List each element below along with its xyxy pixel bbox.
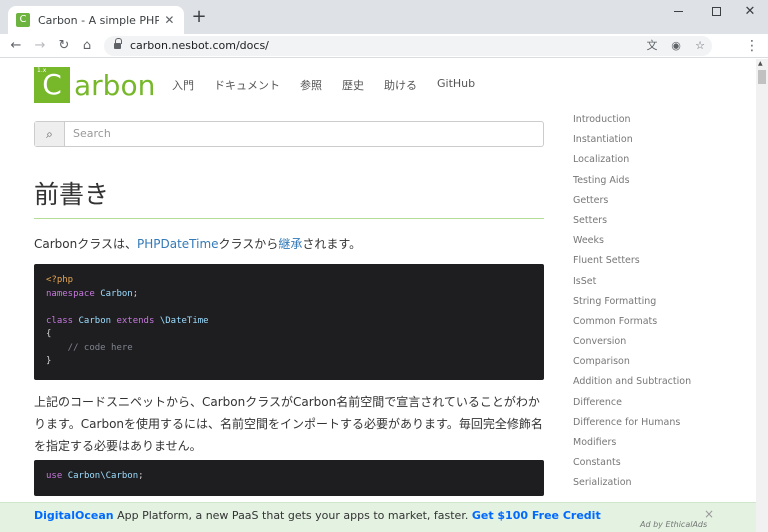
nav-item-reference[interactable]: 参照 [300, 77, 322, 93]
search-input[interactable]: Search [65, 122, 111, 146]
minimize-button[interactable] [660, 0, 696, 24]
top-nav: 入門 ドキュメント 参照 歴史 助ける GitHub [172, 77, 495, 93]
inheritance-link[interactable]: 継承 [278, 237, 302, 251]
sidebar-item-modifiers[interactable]: Modifiers [573, 436, 691, 456]
title-divider [34, 218, 544, 219]
sidebar-item-string-formatting[interactable]: String Formatting [573, 295, 691, 315]
sidebar-item-getters[interactable]: Getters [573, 194, 691, 214]
maximize-button[interactable] [698, 0, 734, 24]
reload-icon[interactable]: ↻ [54, 36, 74, 56]
sidebar-item-localization[interactable]: Localization [573, 153, 691, 173]
carbon-favicon-icon: C [16, 13, 30, 27]
scroll-thumb[interactable] [758, 70, 766, 84]
sidebar-item-addition-subtraction[interactable]: Addition and Subtraction [573, 375, 691, 395]
browser-tab[interactable]: C Carbon - A simple PHP API extension fo… [8, 6, 184, 34]
code-line: class Carbon extends \DateTime [46, 315, 209, 326]
sidebar-item-constants[interactable]: Constants [573, 456, 691, 476]
tab-title: Carbon - A simple PHP API extension for … [38, 13, 159, 27]
browser-menu-icon[interactable]: ⋮ [744, 36, 760, 56]
ad-attribution[interactable]: Ad by EthicalAds [640, 520, 707, 529]
sidebar-item-introduction[interactable]: Introduction [573, 113, 691, 133]
sidebar-item-comparison[interactable]: Comparison [573, 355, 691, 375]
docs-sidebar: Introduction Instantiation Localization … [573, 113, 691, 497]
browser-titlebar: C Carbon - A simple PHP API extension fo… [0, 0, 768, 34]
close-window-button[interactable]: ✕ [732, 0, 768, 24]
nav-item-getting-started[interactable]: 入門 [172, 77, 194, 93]
home-icon[interactable]: ⌂ [77, 36, 97, 56]
sidebar-item-weeks[interactable]: Weeks [573, 234, 691, 254]
code-block-use: use Carbon\Carbon; [34, 460, 544, 496]
maximize-icon [711, 7, 721, 16]
scroll-up-icon[interactable]: ▲ [758, 60, 763, 67]
sidebar-item-conversion[interactable]: Conversion [573, 335, 691, 355]
carbon-logo[interactable]: 1.x C arbon [34, 67, 155, 103]
sidebar-item-difference-for-humans[interactable]: Difference for Humans [573, 416, 691, 436]
page-scrollbar[interactable]: ▲ [756, 59, 768, 532]
url-text: carbon.nesbot.com/docs/ [130, 39, 269, 52]
close-ad-icon[interactable]: × [704, 507, 714, 521]
logo-mark: 1.x C [34, 67, 70, 103]
code-line: namespace Carbon; [46, 288, 139, 299]
browser-toolbar: ← → ↻ ⌂ carbon.nesbot.com/docs/ 文 ◉ ☆ ⋮ [0, 34, 768, 58]
close-tab-icon[interactable]: ✕ [163, 13, 176, 27]
code-line: <?php [46, 275, 74, 285]
forward-arrow-icon[interactable]: → [30, 36, 50, 56]
sidebar-item-serialization[interactable]: Serialization [573, 476, 691, 496]
page-title: 前書き [34, 180, 110, 209]
search-icon[interactable]: ⌕ [35, 122, 65, 146]
nav-item-docs[interactable]: ドキュメント [214, 77, 280, 93]
ad-text[interactable]: DigitalOcean App Platform, a new PaaS th… [34, 509, 601, 522]
ad-brand[interactable]: DigitalOcean [34, 509, 114, 522]
php-datetime-link[interactable]: PHPDateTime [137, 237, 219, 251]
namespace-paragraph: 上記のコードスニペットから、CarbonクラスがCarbon名前空間で宣言されて… [34, 395, 543, 453]
nav-item-github[interactable]: GitHub [437, 77, 475, 93]
nav-item-contribute[interactable]: 助ける [384, 77, 417, 93]
address-bar[interactable]: carbon.nesbot.com/docs/ 文 ◉ ☆ [104, 36, 712, 56]
sidebar-item-difference[interactable]: Difference [573, 396, 691, 416]
sidebar-item-fluent-setters[interactable]: Fluent Setters [573, 254, 691, 274]
bookmark-star-icon[interactable]: ☆ [692, 38, 708, 54]
code-line: { [46, 329, 52, 339]
translate-icon[interactable]: 文 [644, 38, 660, 54]
sidebar-item-testing-aids[interactable]: Testing Aids [573, 174, 691, 194]
code-block-class: <?php namespace Carbon; class Carbon ext… [34, 264, 544, 380]
code-line: } [46, 356, 52, 366]
tracking-eye-off-icon[interactable]: ◉ [668, 38, 684, 54]
logo-text: arbon [74, 68, 156, 102]
ad-banner: DigitalOcean App Platform, a new PaaS th… [0, 502, 756, 532]
sidebar-item-setters[interactable]: Setters [573, 214, 691, 234]
ad-cta-link[interactable]: Get $100 Free Credit [472, 509, 601, 522]
docs-search: ⌕ Search [34, 121, 544, 147]
sidebar-item-instantiation[interactable]: Instantiation [573, 133, 691, 153]
sidebar-item-common-formats[interactable]: Common Formats [573, 315, 691, 335]
new-tab-button[interactable]: + [190, 8, 208, 26]
web-page: 1.x C arbon 入門 ドキュメント 参照 歴史 助ける GitHub ⌕ … [0, 59, 756, 532]
back-arrow-icon[interactable]: ← [6, 36, 26, 56]
sidebar-item-isset[interactable]: IsSet [573, 275, 691, 295]
nav-item-history[interactable]: 歴史 [342, 77, 364, 93]
intro-paragraph: Carbonクラスは、PHPDateTimeクラスから継承されます。 [34, 237, 362, 251]
lock-icon [114, 38, 122, 49]
minimize-icon [673, 11, 683, 12]
code-comment: // code here [46, 342, 133, 353]
